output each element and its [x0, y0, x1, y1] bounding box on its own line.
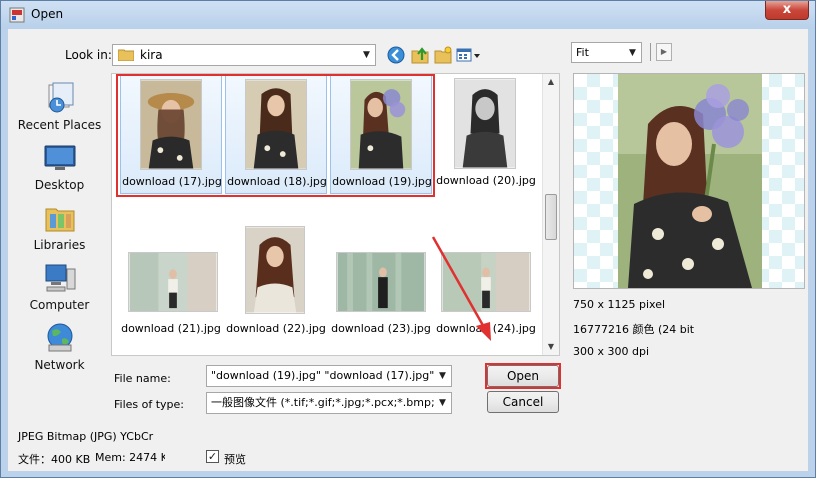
libraries-icon — [45, 208, 74, 232]
file-thumbnail — [336, 252, 426, 312]
file-name: download (21).jpg — [121, 322, 221, 335]
chevron-down-icon[interactable]: ▼ — [624, 43, 641, 63]
file-name: download (22).jpg — [226, 322, 326, 335]
back-icon[interactable] — [386, 45, 406, 65]
file-name: download (24).jpg — [436, 322, 536, 335]
memory-usage: Mem: 2474 KE — [95, 451, 165, 464]
file-name-input[interactable]: "download (19).jpg" "download (17).jpg" … — [206, 365, 452, 387]
file-thumbnail — [128, 252, 218, 312]
title-bar[interactable]: Open x — [1, 1, 815, 29]
place-label: Computer — [29, 298, 90, 312]
place-label: Network — [34, 358, 85, 372]
place-label: Desktop — [34, 178, 85, 192]
file-name: download (23).jpg — [331, 322, 431, 335]
image-colors: 16777216 颜色 (24 bit — [573, 323, 695, 336]
close-icon: x — [782, 2, 792, 17]
files-of-type-label: Files of type: — [114, 398, 185, 411]
file-thumbnail — [454, 78, 516, 169]
new-folder-icon[interactable] — [433, 45, 453, 65]
window-title: Open — [31, 7, 64, 21]
close-button[interactable]: x — [765, 1, 809, 20]
image-preview — [573, 73, 805, 289]
file-thumbnail — [441, 252, 531, 312]
file-name-value: "download (19).jpg" "download (17).jpg" … — [211, 369, 452, 382]
file-item-download-24[interactable]: download (24).jpg — [435, 222, 537, 342]
cancel-button[interactable]: Cancel — [487, 391, 559, 413]
scroll-down-icon[interactable]: ▼ — [543, 339, 559, 355]
image-dimensions: 750 x 1125 pixel — [573, 298, 666, 311]
app-icon — [9, 7, 25, 23]
file-item-download-21[interactable]: download (21).jpg — [120, 222, 222, 342]
place-computer[interactable]: Computer — [8, 261, 111, 312]
place-recent-places[interactable]: Recent Places — [8, 81, 111, 132]
scroll-up-icon[interactable]: ▲ — [543, 74, 559, 90]
view-menu-icon[interactable] — [455, 45, 483, 65]
look-in-combobox[interactable]: kira ▼ — [112, 44, 376, 66]
file-name: download (20).jpg — [436, 174, 536, 187]
place-label: Libraries — [33, 238, 86, 252]
place-libraries[interactable]: Libraries — [8, 201, 111, 252]
file-item-download-22[interactable]: download (22).jpg — [225, 222, 327, 342]
open-dialog: Open x Look in: kira ▼ Recent Places Des… — [0, 0, 816, 478]
computer-icon — [45, 264, 75, 292]
file-size: 文件：400 KB — [18, 453, 91, 466]
file-list[interactable]: download (17).jpg download (18).jpg down… — [111, 73, 560, 356]
file-item-download-20[interactable]: download (20).jpg — [435, 74, 537, 194]
look-in-value: kira — [140, 48, 163, 62]
toolbar-separator — [650, 43, 651, 61]
preview-checkbox-label: 预览 — [224, 453, 246, 466]
preview-checkbox[interactable]: ✓ — [206, 450, 219, 463]
scrollbar-thumb[interactable] — [545, 194, 557, 240]
chevron-down-icon[interactable]: ▼ — [358, 45, 375, 65]
file-item-download-23[interactable]: download (23).jpg — [330, 222, 432, 342]
play-icon[interactable]: ▶ — [656, 43, 672, 61]
desktop-icon — [44, 145, 75, 170]
place-desktop[interactable]: Desktop — [8, 141, 111, 192]
files-of-type-select[interactable]: 一般图像文件 (*.tif;*.gif;*.jpg;*.pcx;*.bmp;*.… — [206, 392, 452, 414]
vertical-scrollbar[interactable]: ▲ ▼ — [542, 74, 559, 355]
preview-image — [618, 74, 762, 288]
chevron-down-icon[interactable]: ▼ — [434, 366, 451, 386]
chevron-down-icon[interactable]: ▼ — [434, 393, 451, 413]
file-name-label: File name: — [114, 372, 171, 385]
up-folder-icon[interactable] — [410, 45, 430, 65]
fit-select[interactable]: Fit ▼ — [571, 42, 642, 63]
image-dpi: 300 x 300 dpi — [573, 345, 650, 358]
selection-highlight-box — [116, 74, 435, 197]
recent-places-icon — [48, 82, 73, 113]
places-bar: Recent Places Desktop Libraries Computer… — [8, 73, 111, 372]
place-label: Recent Places — [17, 118, 102, 132]
files-of-type-value: 一般图像文件 (*.tif;*.gif;*.jpg;*.pcx;*.bmp;*.… — [211, 396, 452, 409]
fit-value: Fit — [576, 46, 589, 59]
file-thumbnail — [245, 226, 305, 314]
image-format: JPEG Bitmap (JPG) YCbCr — [18, 430, 154, 443]
network-icon — [47, 323, 72, 352]
place-network[interactable]: Network — [8, 321, 111, 372]
dialog-body: Look in: kira ▼ Recent Places Desktop Li… — [8, 29, 808, 471]
open-button[interactable]: Open — [487, 365, 559, 387]
look-in-label: Look in: — [65, 48, 112, 62]
folder-icon — [118, 49, 134, 61]
